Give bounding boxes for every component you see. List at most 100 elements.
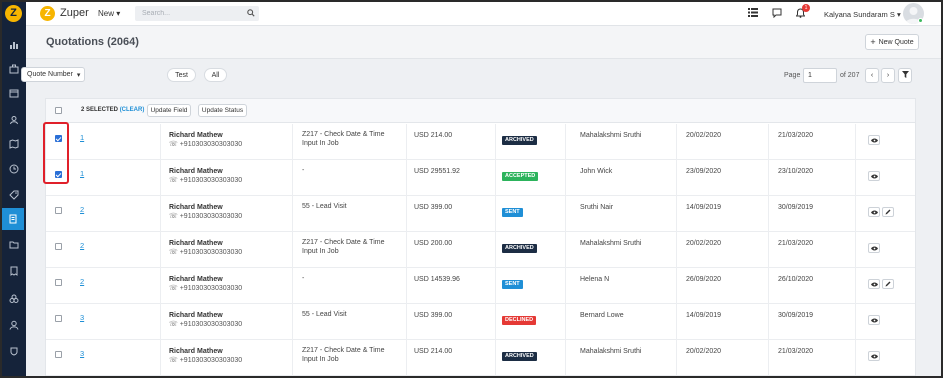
column-divider — [495, 340, 496, 376]
jobs-icon[interactable] — [7, 62, 20, 75]
customer-phone-number: +910303030303030 — [179, 357, 243, 364]
search-input[interactable] — [135, 6, 235, 21]
timesheet-icon[interactable] — [7, 162, 20, 175]
view-button[interactable] — [868, 279, 880, 289]
column-divider — [160, 340, 161, 376]
quote-number-link[interactable]: 3 — [80, 313, 84, 322]
quote-date-cell: 14/09/2019 — [686, 204, 722, 211]
invoice-icon[interactable] — [7, 264, 20, 277]
amount-cell: USD 399.00 — [414, 204, 453, 211]
column-divider — [292, 268, 293, 304]
column-divider — [406, 160, 407, 196]
table-row[interactable]: 1 Richard Mathew ☏ +910303030303030 Z217 - … — [46, 124, 915, 160]
quote-date-cell: 20/02/2020 — [686, 348, 722, 355]
update-field-button[interactable]: Update Field — [147, 104, 191, 117]
status-badge: SENT — [502, 208, 523, 217]
list-view-icon[interactable] — [748, 8, 758, 19]
quote-number-link[interactable]: 1 — [80, 133, 84, 142]
selection-count: 2 SELECTED (CLEAR) — [81, 107, 144, 113]
amount-cell: USD 29551.92 — [414, 168, 460, 175]
filter-button[interactable] — [898, 68, 912, 83]
customers-icon[interactable] — [7, 113, 20, 126]
eye-icon — [870, 136, 878, 145]
table-row[interactable]: 2 Richard Mathew ☏ +910303030303030 55 - Le… — [46, 196, 915, 232]
due-date-cell: 21/03/2020 — [778, 240, 814, 247]
settings-icon[interactable] — [7, 344, 20, 357]
filter-field-dropdown[interactable]: Quote Number ▾ — [21, 67, 85, 82]
row-checkbox[interactable] — [55, 279, 62, 286]
table-row[interactable]: 2 Richard Mathew ☏ +910303030303030 Z217 - … — [46, 232, 915, 268]
view-button[interactable] — [868, 207, 880, 217]
customer-cell: Richard Mathew ☏ +910303030303030 — [169, 239, 242, 257]
page-label: Page — [784, 72, 801, 79]
quote-number-link[interactable]: 2 — [80, 205, 84, 214]
column-divider — [855, 304, 856, 340]
customer-cell: Richard Mathew ☏ +910303030303030 — [169, 347, 242, 365]
select-all-checkbox[interactable] — [55, 107, 62, 114]
table-row[interactable]: 3 Richard Mathew ☏ +910303030303030 55 - Le… — [46, 304, 915, 340]
caret-down-icon: ▾ — [116, 9, 121, 18]
folder-icon[interactable] — [7, 238, 20, 251]
integrations-icon[interactable] — [7, 292, 20, 305]
column-divider — [160, 124, 161, 160]
status-badge: ARCHIVED — [502, 244, 537, 253]
quotes-icon[interactable] — [2, 208, 24, 230]
table-row[interactable]: 2 Richard Mathew ☏ +910303030303030- USD 14… — [46, 268, 915, 304]
quote-number-link[interactable]: 1 — [80, 169, 84, 178]
search-icon[interactable] — [247, 9, 255, 19]
eye-icon — [870, 244, 878, 253]
user-menu[interactable]: Kalyana Sundaram S ▾ — [824, 10, 901, 19]
column-divider — [160, 304, 161, 340]
column-divider — [768, 232, 769, 268]
column-divider — [495, 196, 496, 232]
table-row[interactable]: 1 Richard Mathew ☏ +910303030303030- USD 29… — [46, 160, 915, 196]
status-badge: SENT — [502, 280, 523, 289]
view-button[interactable] — [868, 351, 880, 361]
zuper-logo-icon[interactable]: Z — [5, 5, 22, 22]
dashboard-icon[interactable] — [7, 38, 20, 51]
due-date-cell: 30/09/2019 — [778, 204, 814, 211]
assignee-cell: John Wick — [580, 168, 613, 175]
row-checkbox[interactable] — [55, 207, 62, 214]
edit-button[interactable] — [882, 279, 894, 289]
next-page-button[interactable]: › — [881, 68, 895, 83]
view-button[interactable] — [868, 315, 880, 325]
table-row[interactable]: 3 Richard Mathew ☏ +910303030303030 Z217 - … — [46, 340, 915, 376]
prev-page-button[interactable]: ‹ — [865, 68, 879, 83]
clear-selection-link[interactable]: (CLEAR) — [120, 107, 145, 113]
update-status-button[interactable]: Update Status — [198, 104, 247, 117]
column-divider — [495, 160, 496, 196]
view-button[interactable] — [868, 243, 880, 253]
new-menu[interactable]: New ▾ — [98, 9, 120, 18]
row-checkbox[interactable] — [55, 351, 62, 358]
filter-pill-all[interactable]: All — [204, 68, 227, 82]
quote-date-cell: 26/09/2020 — [686, 276, 722, 283]
filter-pill-test[interactable]: Test — [167, 68, 196, 82]
new-quote-button[interactable]: + New Quote — [865, 34, 919, 50]
users-icon[interactable] — [7, 318, 20, 331]
filter-pill-label: All — [211, 71, 220, 79]
map-icon[interactable] — [7, 137, 20, 150]
quote-number-link[interactable]: 2 — [80, 277, 84, 286]
quote-number-link[interactable]: 3 — [80, 349, 84, 358]
column-divider — [160, 268, 161, 304]
calendar-icon[interactable] — [7, 86, 20, 99]
edit-button[interactable] — [882, 207, 894, 217]
column-divider — [495, 268, 496, 304]
row-checkbox[interactable] — [55, 315, 62, 322]
status-badge: ARCHIVED — [502, 352, 537, 361]
phone-icon: ☏ — [169, 177, 178, 184]
chat-icon[interactable] — [772, 8, 782, 20]
quote-number-link[interactable]: 2 — [80, 241, 84, 250]
tag-icon[interactable] — [7, 188, 20, 201]
page-number-input[interactable] — [803, 68, 837, 83]
column-divider — [676, 232, 677, 268]
view-button[interactable] — [868, 171, 880, 181]
column-divider — [565, 340, 566, 376]
quotations-table: 2 SELECTED (CLEAR) Update Field Update S… — [45, 98, 916, 376]
brand-logo-icon[interactable]: Z — [40, 6, 55, 21]
column-divider — [565, 160, 566, 196]
assignee-cell: Mahalakshmi Sruthi — [580, 240, 642, 247]
row-checkbox[interactable] — [55, 243, 62, 250]
view-button[interactable] — [868, 135, 880, 145]
